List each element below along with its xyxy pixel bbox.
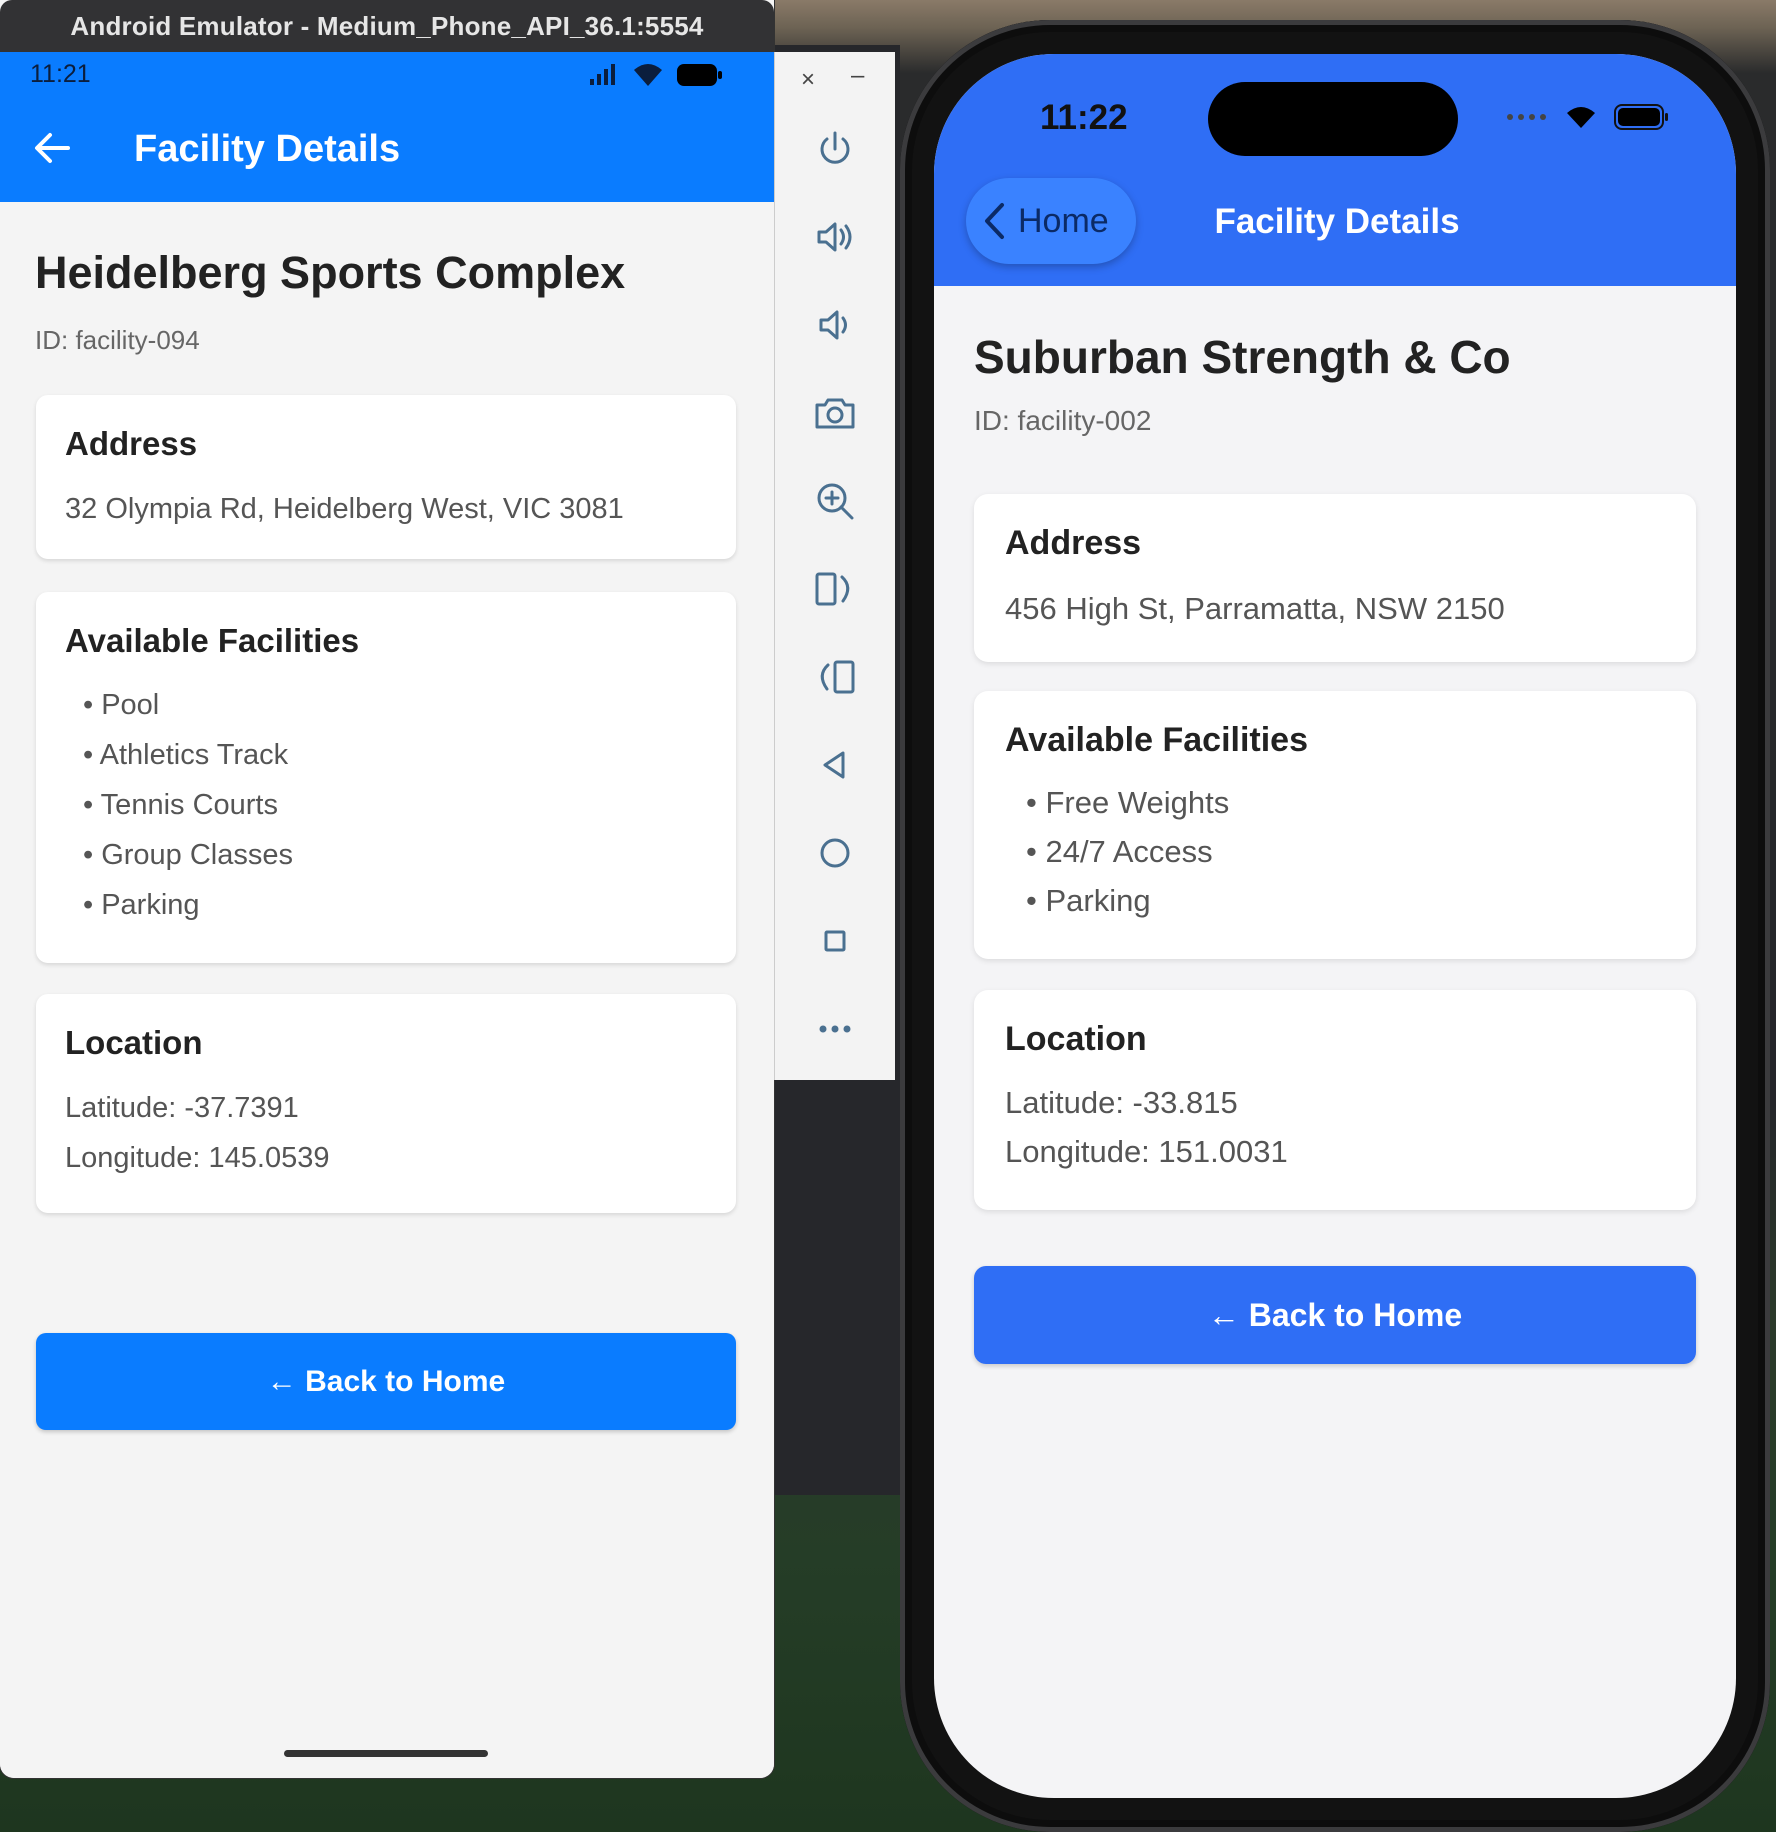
- volume-up-icon[interactable]: [812, 214, 858, 260]
- minimize-icon[interactable]: –: [851, 62, 864, 90]
- back-arrow-icon[interactable]: [32, 128, 72, 168]
- rotate-right-icon[interactable]: [812, 566, 858, 612]
- battery-icon: [1614, 104, 1668, 130]
- home-circle-icon[interactable]: [812, 830, 858, 876]
- list-item: • Pool: [83, 689, 160, 721]
- ios-navigation-bar: 11:22 Home Facility Details: [934, 54, 1736, 286]
- facilities-heading: Available Facilities: [65, 622, 360, 659]
- cellular-dots-icon: [1507, 114, 1546, 120]
- facility-id: ID: facility-002: [974, 405, 1152, 436]
- address-card: Address 32 Olympia Rd, Heidelberg West, …: [36, 395, 736, 559]
- ios-screen: 11:22 Home Facility Details Suburban Str…: [934, 54, 1736, 1798]
- address-text: 456 High St, Parramatta, NSW 2150: [1005, 591, 1505, 626]
- facility-id: ID: facility-094: [35, 325, 200, 355]
- android-status-bar: 11:21: [0, 52, 774, 100]
- location-card: Location Latitude: -33.815 Longitude: 15…: [974, 990, 1696, 1210]
- location-heading: Location: [1005, 1020, 1147, 1058]
- android-app-bar: Facility Details: [0, 100, 774, 202]
- gesture-nav-bar[interactable]: [284, 1750, 488, 1757]
- list-item: • Free Weights: [1026, 785, 1230, 820]
- nav-title: Facility Details: [1214, 202, 1460, 241]
- app-bar-title: Facility Details: [134, 128, 401, 170]
- dynamic-island: [1208, 82, 1458, 156]
- address-heading: Address: [1005, 524, 1142, 562]
- android-status-time: 11:21: [30, 60, 91, 88]
- address-heading: Address: [65, 425, 198, 462]
- back-to-home-button[interactable]: ← Back to Home: [36, 1333, 736, 1430]
- emulator-title-bar[interactable]: Android Emulator - Medium_Phone_API_36.1…: [0, 0, 774, 52]
- signal-icon: [590, 64, 615, 85]
- facility-name: Suburban Strength & Co: [974, 331, 1511, 383]
- android-emulator-window: Android Emulator - Medium_Phone_API_36.1…: [0, 0, 774, 1778]
- facilities-heading: Available Facilities: [1005, 721, 1308, 759]
- address-text: 32 Olympia Rd, Heidelberg West, VIC 3081: [65, 493, 624, 525]
- list-item: • Parking: [1026, 883, 1151, 918]
- facilities-card: Available Facilities • Pool • Athletics …: [36, 592, 736, 963]
- zoom-in-icon[interactable]: [812, 478, 858, 524]
- camera-icon[interactable]: [812, 390, 858, 436]
- android-screen: 11:21 Facility Details Heidelberg Sports…: [0, 52, 774, 1778]
- rotate-left-icon[interactable]: [812, 654, 858, 700]
- facility-name: Heidelberg Sports Complex: [35, 247, 626, 298]
- location-heading: Location: [65, 1024, 203, 1061]
- more-options-icon[interactable]: [812, 1006, 858, 1052]
- list-item: • Parking: [83, 889, 200, 921]
- longitude-text: Longitude: 151.0031: [1005, 1134, 1288, 1169]
- longitude-text: Longitude: 145.0539: [65, 1142, 330, 1174]
- volume-down-icon[interactable]: [812, 302, 858, 348]
- list-item: • 24/7 Access: [1026, 834, 1213, 869]
- back-triangle-icon[interactable]: [812, 742, 858, 788]
- iphone-simulator: 11:22 Home Facility Details Suburban Str…: [900, 20, 1770, 1832]
- emulator-side-toolbar: × –: [774, 52, 895, 1080]
- wifi-icon: [634, 64, 662, 86]
- list-item: • Athletics Track: [83, 739, 289, 771]
- list-item: • Group Classes: [83, 839, 294, 871]
- battery-icon: [677, 64, 722, 86]
- address-card: Address 456 High St, Parramatta, NSW 215…: [974, 494, 1696, 662]
- latitude-text: Latitude: -33.815: [1005, 1085, 1238, 1120]
- overview-square-icon[interactable]: [812, 918, 858, 964]
- ios-status-time: 11:22: [1040, 98, 1128, 137]
- list-item: • Tennis Courts: [83, 789, 278, 821]
- latitude-text: Latitude: -37.7391: [65, 1092, 299, 1124]
- power-icon[interactable]: [812, 126, 858, 172]
- back-to-home-button[interactable]: ← Back to Home: [974, 1266, 1696, 1364]
- wifi-icon: [1567, 107, 1595, 128]
- location-card: Location Latitude: -37.7391 Longitude: 1…: [36, 994, 736, 1213]
- close-icon[interactable]: ×: [801, 66, 815, 94]
- facilities-card: Available Facilities • Free Weights • 24…: [974, 691, 1696, 959]
